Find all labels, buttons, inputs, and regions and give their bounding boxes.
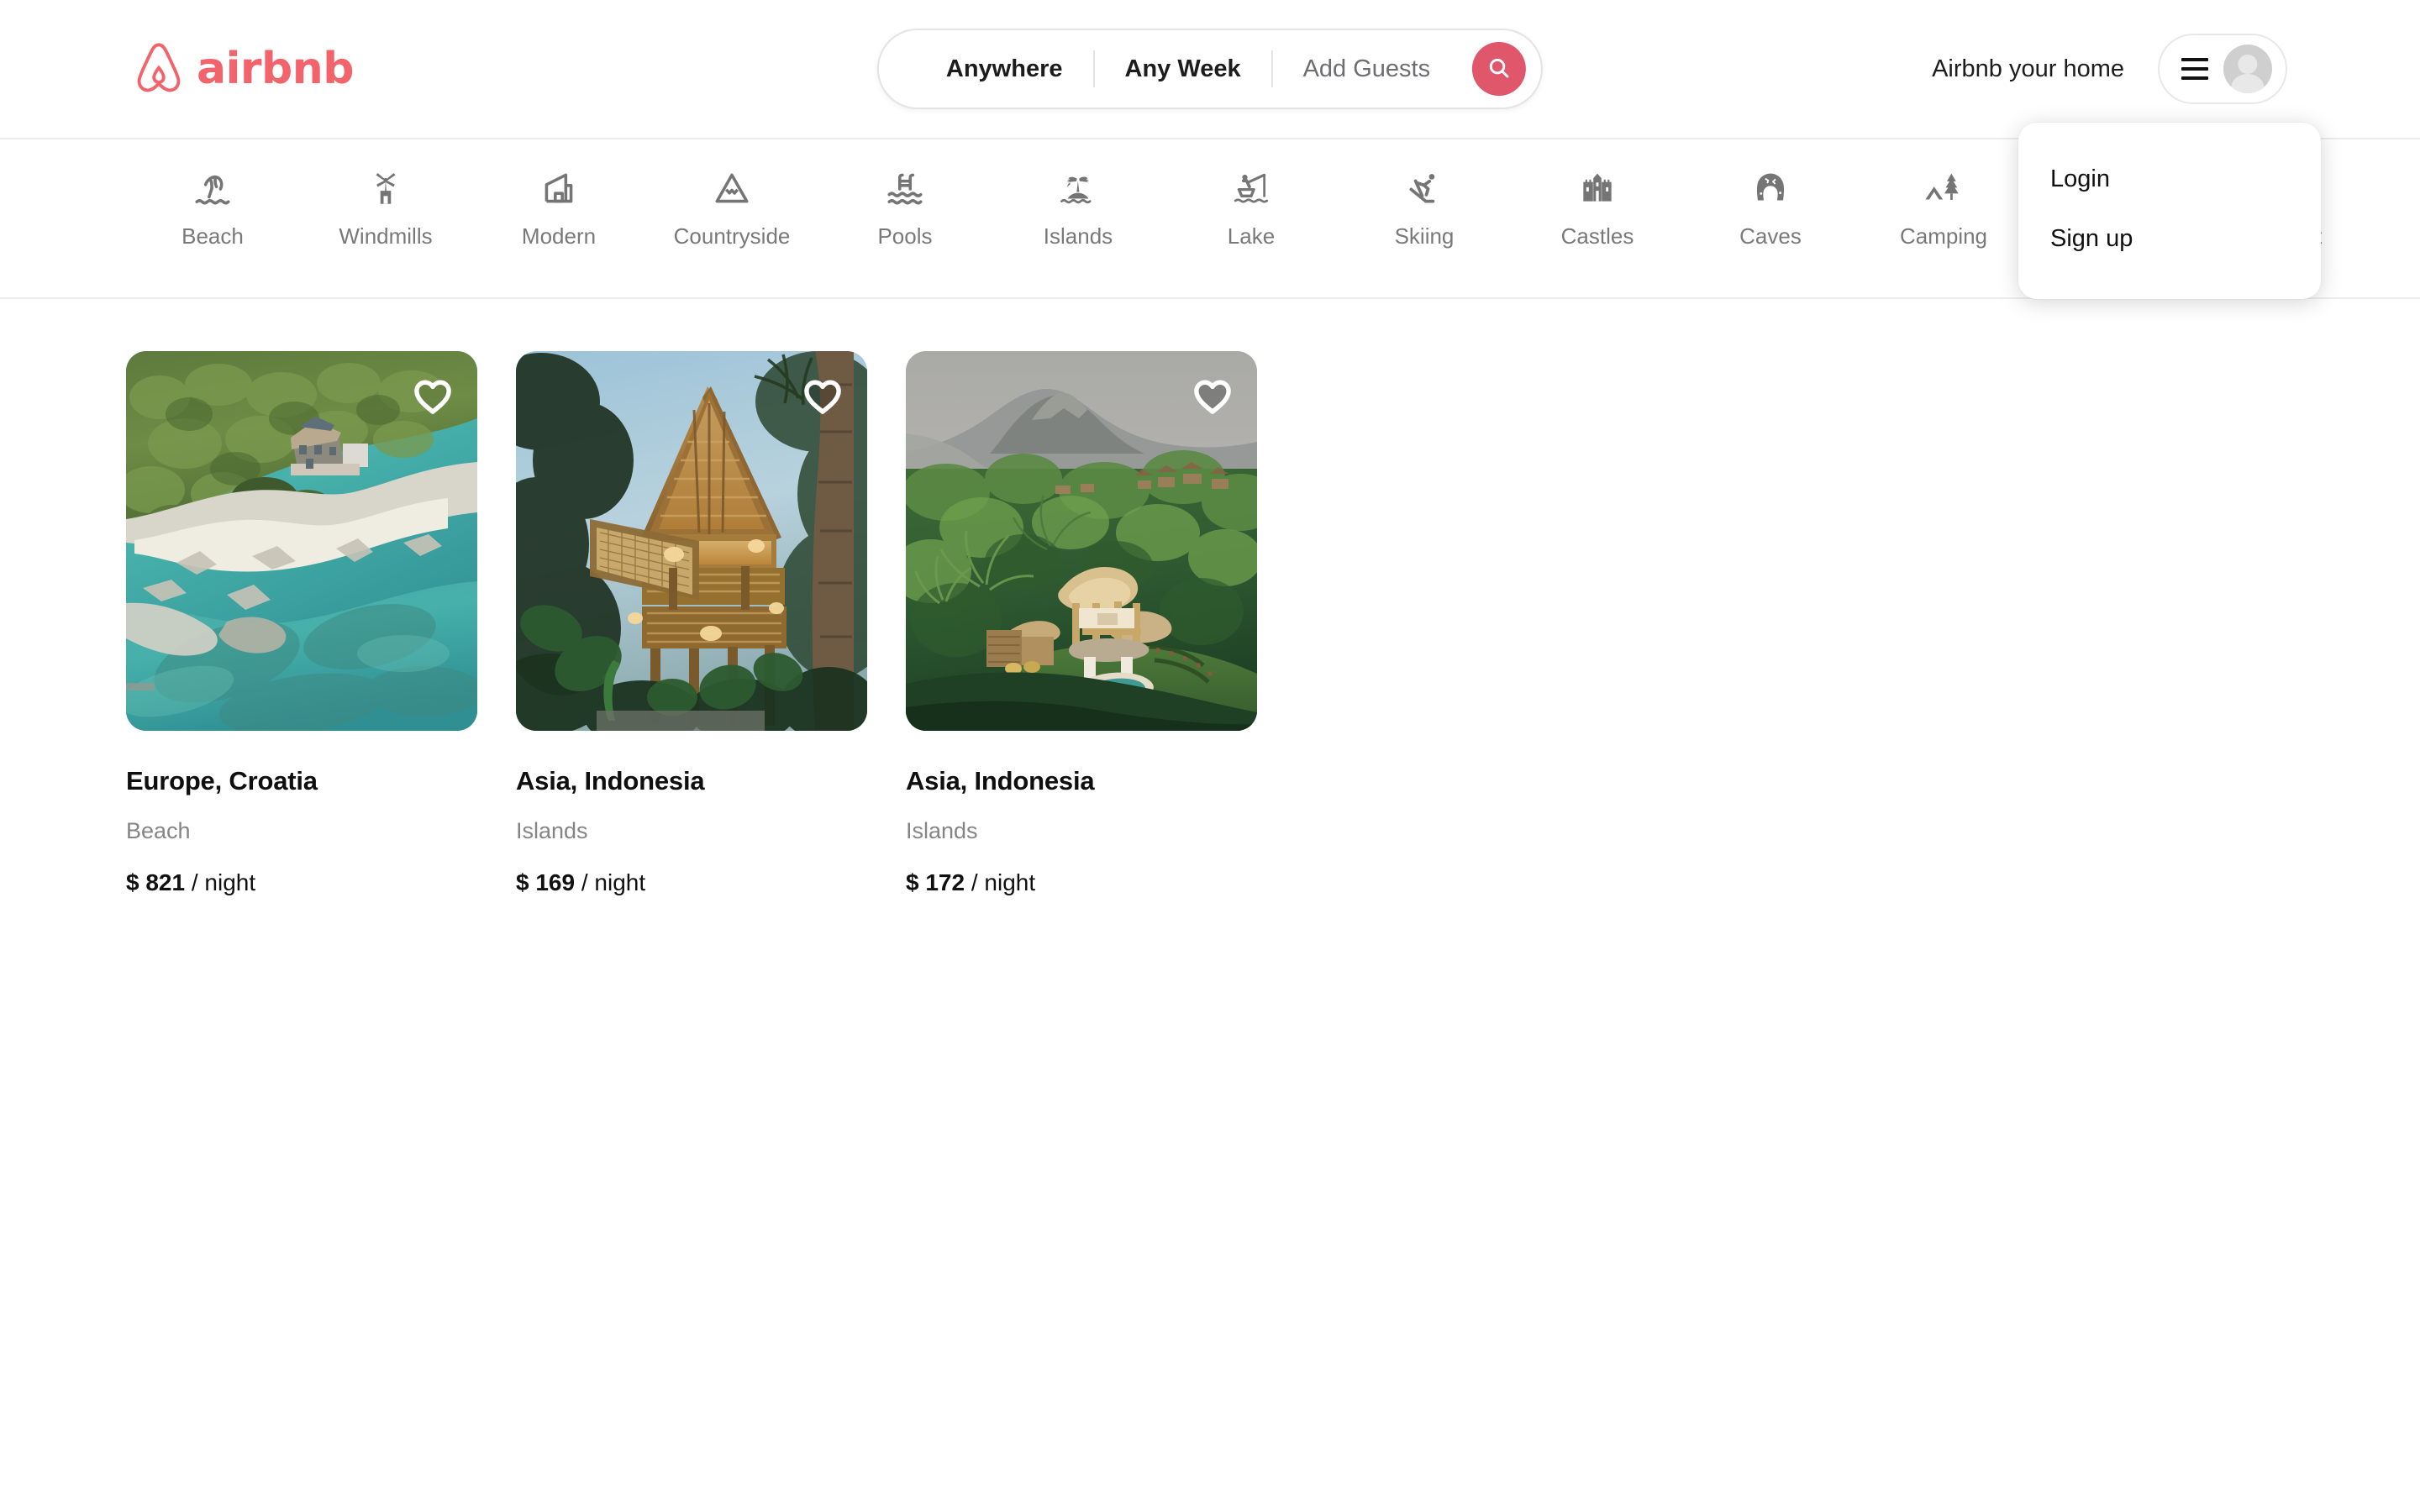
category-item-windmills[interactable]: Windmills <box>299 168 472 249</box>
favorite-heart-icon[interactable] <box>1190 373 1235 418</box>
category-label: Modern <box>521 223 597 249</box>
category-label: Skiing <box>1394 223 1455 249</box>
skier-icon <box>1403 168 1445 210</box>
price-amount: 821 <box>145 869 186 895</box>
mountain-icon <box>711 168 753 210</box>
menu-item-signup[interactable]: Sign up <box>2018 209 2321 269</box>
pool-ladder-icon <box>884 168 926 210</box>
category-item-countryside[interactable]: Countryside <box>645 168 818 249</box>
search-guests-button[interactable]: Add Guests <box>1273 55 1461 83</box>
category-item-islands[interactable]: Islands <box>992 168 1165 249</box>
search-location-button[interactable]: Anywhere <box>916 55 1093 83</box>
airbnb-logo[interactable]: airbnb <box>133 41 355 97</box>
price-currency: $ <box>906 869 919 895</box>
category-item-skiing[interactable]: Skiing <box>1338 168 1511 249</box>
price-amount: 172 <box>925 869 965 895</box>
account-dropdown-menu: Login Sign up <box>2018 123 2321 299</box>
price-currency: $ <box>126 869 139 895</box>
header-right-controls: Airbnb your home <box>1932 34 2287 104</box>
price-currency: $ <box>516 869 529 895</box>
modern-building-icon <box>538 168 580 210</box>
cave-icon <box>1749 168 1791 210</box>
listings-grid: Europe, Croatia Beach $ 821 / night Asia… <box>0 299 2420 896</box>
listing-card[interactable]: Asia, Indonesia Islands $ 172 / night <box>906 351 1257 896</box>
listing-title: Europe, Croatia <box>126 766 318 795</box>
category-item-camping[interactable]: Camping <box>1857 168 2030 249</box>
category-item-caves[interactable]: Caves <box>1684 168 1857 249</box>
windmill-icon <box>365 168 407 210</box>
listing-category: Islands <box>906 818 978 843</box>
listing-title: Asia, Indonesia <box>906 766 1095 795</box>
listing-price: $ 169 / night <box>516 869 867 896</box>
price-unit: / night <box>581 869 646 895</box>
favorite-heart-icon[interactable] <box>410 373 455 418</box>
listing-photo-croatia[interactable] <box>126 351 477 731</box>
search-submit-button[interactable] <box>1472 42 1527 96</box>
price-amount: 169 <box>535 869 576 895</box>
listing-photo-bamboo-house[interactable] <box>516 351 867 731</box>
search-dates-button[interactable]: Any Week <box>1095 55 1271 83</box>
category-label: Pools <box>877 223 933 249</box>
category-label: Camping <box>1899 223 1988 249</box>
hamburger-icon <box>2181 58 2208 80</box>
category-item-lake[interactable]: Lake <box>1165 168 1338 249</box>
category-item-castles[interactable]: Castles <box>1511 168 1684 249</box>
beach-umbrella-icon <box>192 168 234 210</box>
favorite-heart-icon[interactable] <box>800 373 845 418</box>
site-header: airbnb Anywhere Any Week Add Guests Airb… <box>0 0 2420 299</box>
account-menu-button[interactable] <box>2158 34 2287 104</box>
price-unit: / night <box>191 869 256 895</box>
user-avatar-icon <box>2223 45 2272 93</box>
search-bar[interactable]: Anywhere Any Week Add Guests <box>876 29 1544 109</box>
airbnb-wordmark: airbnb <box>197 44 355 94</box>
price-unit: / night <box>971 869 1036 895</box>
listing-card[interactable]: Asia, Indonesia Islands $ 169 / night <box>516 351 867 896</box>
category-item-modern[interactable]: Modern <box>472 168 645 249</box>
menu-item-login[interactable]: Login <box>2018 150 2321 209</box>
palm-island-icon <box>1057 168 1099 210</box>
airbnb-belo-icon <box>133 41 185 97</box>
fishing-boat-icon <box>1230 168 1272 210</box>
search-icon <box>1486 55 1512 83</box>
listing-photo-jungle-villa[interactable] <box>906 351 1257 731</box>
category-label: Lake <box>1227 223 1276 249</box>
listing-category: Islands <box>516 818 588 843</box>
category-label: Beach <box>182 223 244 249</box>
listing-price: $ 821 / night <box>126 869 477 896</box>
category-label: Islands <box>1043 223 1113 249</box>
category-label: Windmills <box>339 223 433 249</box>
tent-tree-icon <box>1923 168 1965 210</box>
listing-price: $ 172 / night <box>906 869 1257 896</box>
category-label: Countryside <box>673 223 791 249</box>
castle-icon <box>1576 168 1618 210</box>
category-item-pools[interactable]: Pools <box>818 168 992 249</box>
listing-category: Beach <box>126 818 191 843</box>
listing-card[interactable]: Europe, Croatia Beach $ 821 / night <box>126 351 477 896</box>
listing-title: Asia, Indonesia <box>516 766 705 795</box>
category-item-barns[interactable]: Barns <box>2376 168 2420 249</box>
airbnb-your-home-link[interactable]: Airbnb your home <box>1932 55 2124 83</box>
category-item-beach[interactable]: Beach <box>126 168 299 249</box>
category-label: Caves <box>1739 223 1802 249</box>
category-label: Castles <box>1560 223 1634 249</box>
